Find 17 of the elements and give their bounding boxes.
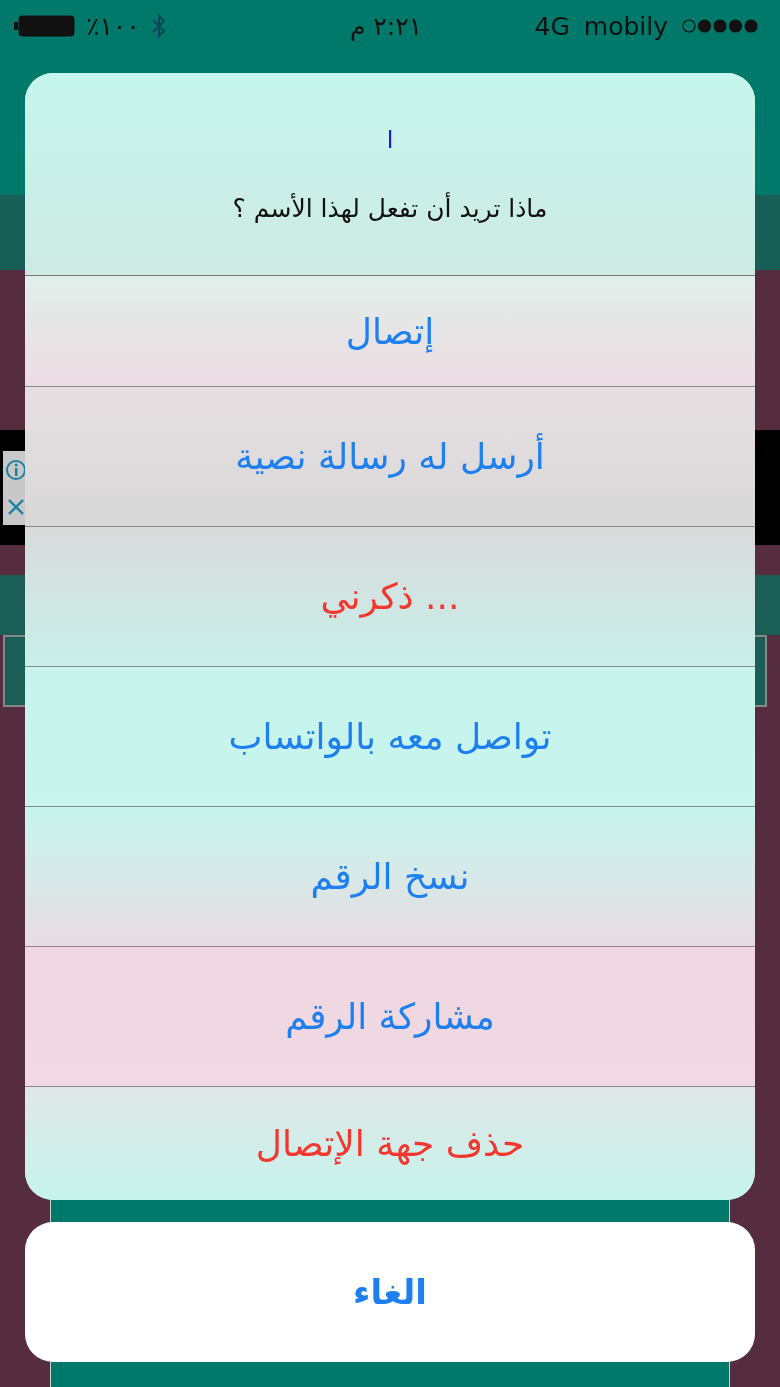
signal-icon [682, 19, 758, 33]
battery-icon [14, 14, 76, 38]
action-button[interactable]: ذكرني ... [25, 527, 755, 666]
action-button[interactable]: مشاركة الرقم [25, 947, 755, 1086]
network-type: 4G [534, 11, 570, 41]
carrier-name: mobily [583, 11, 668, 41]
battery-percent: ٪١٠٠ [86, 11, 140, 41]
action-button[interactable]: حذف جهة الإتصال [25, 1087, 755, 1200]
action-button[interactable]: أرسل له رسالة نصية [25, 387, 755, 526]
sheet-message: ماذا تريد أن تفعل لهذا الأسم ؟ [232, 193, 548, 223]
cancel-button[interactable]: الغاء [25, 1222, 755, 1362]
action-button[interactable]: إتصال [25, 276, 755, 386]
close-icon [7, 498, 25, 516]
info-icon [5, 459, 27, 481]
sheet-title: ا [386, 125, 394, 154]
bluetooth-icon [149, 12, 168, 40]
status-time: ٢:٢١ م [349, 11, 423, 41]
